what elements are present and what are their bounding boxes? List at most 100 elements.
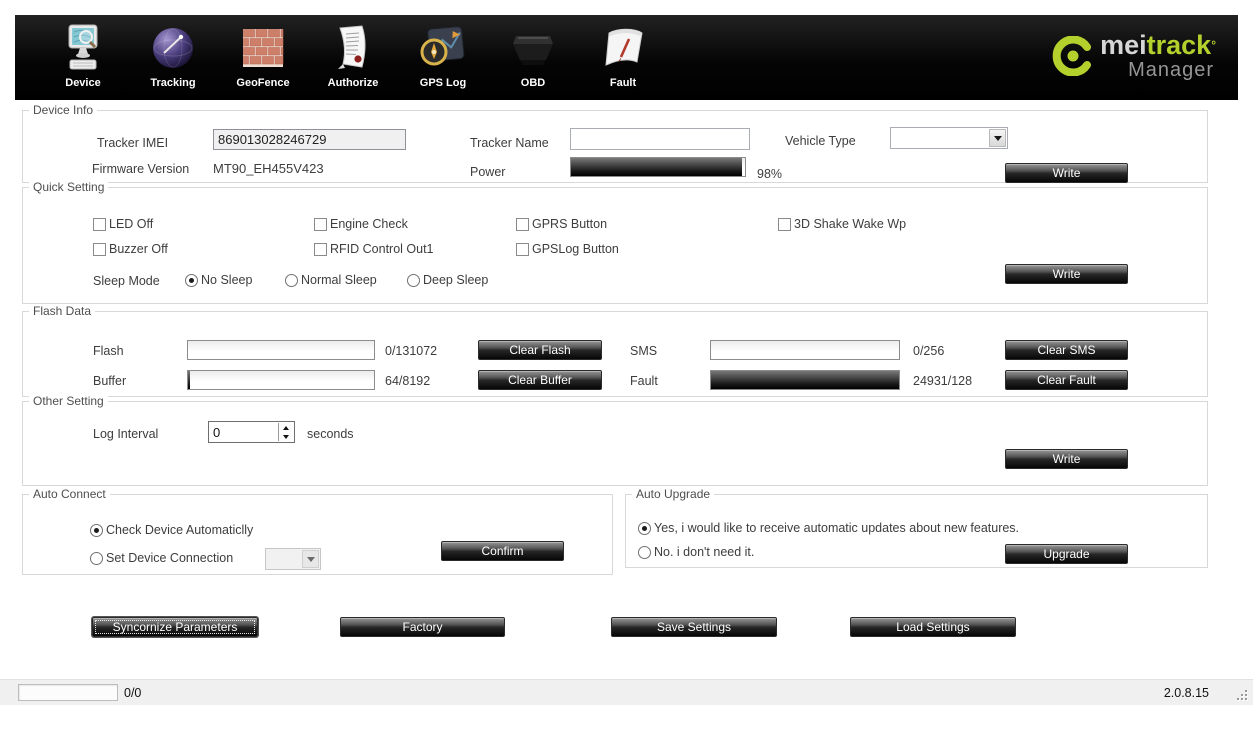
load-settings-button[interactable]: Load Settings [850,617,1016,637]
gpslog-button-checkbox-icon[interactable] [516,243,529,256]
device-connection-dropdown[interactable] [265,548,321,570]
engine-check-checkbox-icon[interactable] [314,218,327,231]
quick-setting-write-button[interactable]: Write [1005,264,1128,284]
app-version: 2.0.8.15 [1164,686,1209,700]
authorize-document-icon [333,22,373,74]
set-connection-radio-icon[interactable] [90,552,103,565]
radio-check-device-automatically[interactable]: Check Device Automaticlly [90,523,253,537]
power-percent-text: 98% [757,167,782,181]
clear-flash-button[interactable]: Clear Flash [478,340,602,360]
checkbox-rfid-control[interactable]: RFID Control Out1 [314,242,434,256]
checkbox-buzzer-off[interactable]: Buzzer Off [93,242,168,256]
upgrade-button[interactable]: Upgrade [1005,544,1128,564]
led-off-checkbox-icon[interactable] [93,218,106,231]
quick-setting-title: Quick Setting [29,180,108,194]
toolbar-label-tracking: Tracking [150,77,195,89]
toolbar-item-obd[interactable]: OBD [488,15,578,100]
flash-data-title: Flash Data [29,304,95,318]
chevron-down-icon [994,136,1002,141]
gprs-button-checkbox-icon[interactable] [516,218,529,231]
check-device-radio-icon[interactable] [90,524,103,537]
confirm-button[interactable]: Confirm [441,541,564,561]
upgrade-yes-radio-icon[interactable] [638,522,651,535]
sms-label: SMS [630,344,657,358]
toolbar-item-authorize[interactable]: Authorize [308,15,398,100]
radio-upgrade-yes[interactable]: Yes, i would like to receive automatic u… [638,521,1019,535]
checkbox-3d-shake-wake[interactable]: 3D Shake Wake Wp [778,217,906,231]
meitrack-logo-mark [1052,36,1092,76]
buffer-count-value: 64/8192 [385,374,430,388]
buffer-progress-fill [188,371,190,389]
log-interval-value: 0 [213,425,220,440]
other-setting-write-button[interactable]: Write [1005,449,1128,469]
toolbar-item-gpslog[interactable]: GPS Log [398,15,488,100]
factory-button[interactable]: Factory [340,617,505,637]
log-interval-stepper[interactable]: 0 [208,421,295,443]
connection-dropdown-button[interactable] [302,550,319,568]
resize-grip-icon[interactable] [1235,688,1248,701]
radio-normal-sleep[interactable]: Normal Sleep [285,273,377,287]
buffer-label: Buffer [93,374,126,388]
stepper-down-icon[interactable] [279,432,293,441]
toolbar-item-device[interactable]: Device [38,15,128,100]
chevron-down-icon [307,557,315,562]
checkbox-gprs-button[interactable]: GPRS Button [516,217,607,231]
clear-buffer-button[interactable]: Clear Buffer [478,370,602,390]
logo-manager-text: Manager [1128,59,1214,81]
clear-sms-button[interactable]: Clear SMS [1005,340,1128,360]
meitrack-manager-logo: meitrack° Manager [1052,31,1216,81]
clear-fault-button[interactable]: Clear Fault [1005,370,1128,390]
toolbar-item-fault[interactable]: Fault [578,15,668,100]
save-settings-button[interactable]: Save Settings [611,617,777,637]
vehicle-type-dropdown-button[interactable] [989,129,1006,147]
tracker-name-label: Tracker Name [470,136,549,150]
radio-upgrade-no[interactable]: No. i don't need it. [638,545,754,559]
no-sleep-radio-icon[interactable] [185,274,198,287]
flash-count-value: 0/131072 [385,344,437,358]
toolbar-label-fault: Fault [610,77,636,89]
radio-set-device-connection[interactable]: Set Device Connection [90,551,233,565]
fault-progress-bar [710,370,900,390]
power-progress-fill [571,158,742,176]
toolbar-label-gpslog: GPS Log [420,77,466,89]
radio-deep-sleep[interactable]: Deep Sleep [407,273,488,287]
fault-notepad-icon [599,22,647,74]
tracker-imei-field[interactable] [213,129,406,150]
rfid-control-checkbox-icon[interactable] [314,243,327,256]
stepper-up-icon[interactable] [279,423,293,432]
firmware-version-label: Firmware Version [92,162,189,176]
checkbox-led-off[interactable]: LED Off [93,217,153,231]
radio-no-sleep[interactable]: No Sleep [185,273,252,287]
status-progress-text: 0/0 [124,686,141,700]
vehicle-type-dropdown[interactable] [890,127,1008,149]
toolbar-item-geofence[interactable]: GeoFence [218,15,308,100]
toolbar-item-tracking[interactable]: Tracking [128,15,218,100]
gps-log-compass-icon [419,22,467,74]
device-info-write-button[interactable]: Write [1005,163,1128,183]
auto-connect-title: Auto Connect [29,487,110,501]
syncornize-parameters-button[interactable]: Syncornize Parameters [92,617,258,637]
normal-sleep-radio-icon[interactable] [285,274,298,287]
status-bar: 0/0 2.0.8.15 [0,679,1253,705]
auto-upgrade-title: Auto Upgrade [632,487,714,501]
buffer-progress-bar [187,370,375,390]
obd-connector-icon [509,22,557,74]
other-setting-title: Other Setting [29,394,108,408]
tracker-name-field[interactable] [570,128,750,150]
other-setting-group: Other Setting [22,401,1208,486]
status-progress-bar [18,684,118,701]
toolbar-label-geofence: GeoFence [236,77,289,89]
deep-sleep-radio-icon[interactable] [407,274,420,287]
toolbar-label-authorize: Authorize [328,77,379,89]
checkbox-gpslog-button[interactable]: GPSLog Button [516,242,619,256]
toolbar-label-obd: OBD [521,77,545,89]
tracker-imei-label: Tracker IMEI [97,136,168,150]
checkbox-engine-check[interactable]: Engine Check [314,217,408,231]
main-toolbar: Device Tracking [15,15,1238,100]
log-interval-label: Log Interval [93,427,158,441]
buzzer-off-checkbox-icon[interactable] [93,243,106,256]
shake-wake-checkbox-icon[interactable] [778,218,791,231]
upgrade-no-radio-icon[interactable] [638,546,651,559]
logo-wordmark: meitrack° [1100,31,1216,59]
seconds-unit-label: seconds [307,427,354,441]
